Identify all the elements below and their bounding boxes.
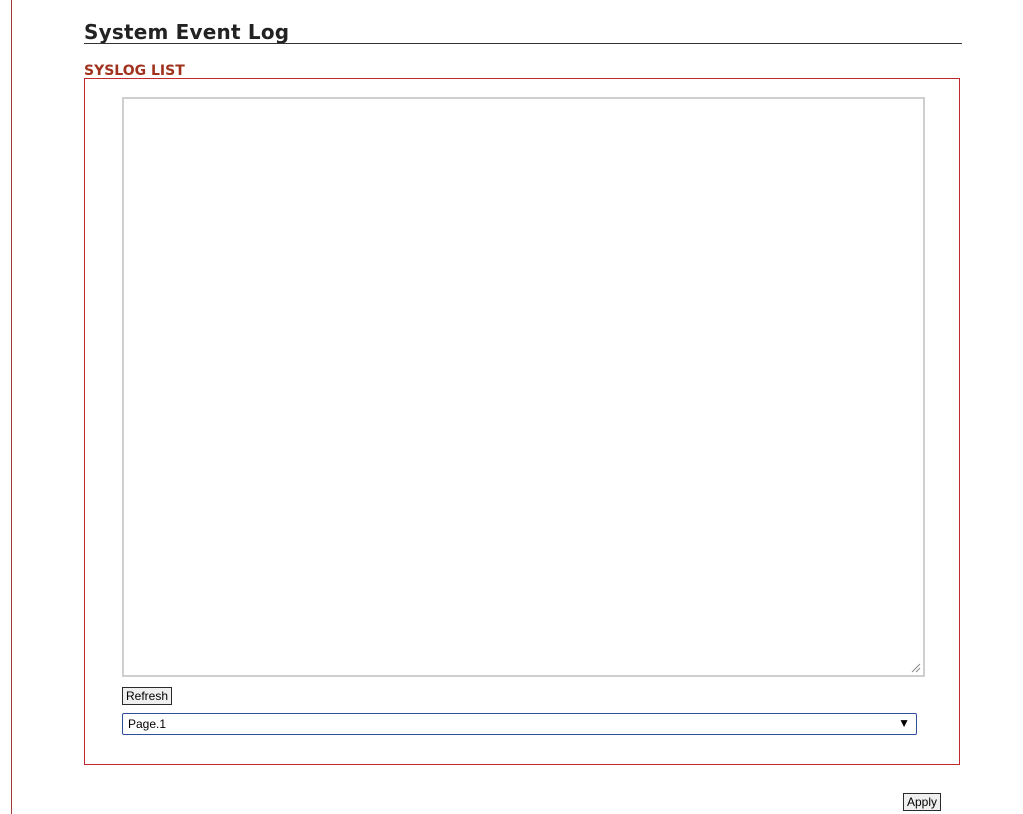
refresh-button[interactable]: Refresh: [122, 687, 173, 705]
resize-grip-icon[interactable]: [909, 661, 921, 673]
left-divider: [11, 0, 12, 814]
title-underline: [84, 43, 962, 44]
triangle-down-icon: ▼: [898, 716, 910, 730]
page-select-value: Page.1: [128, 717, 167, 731]
apply-button[interactable]: Apply: [903, 793, 942, 811]
page-select[interactable]: Page.1 ▼: [122, 713, 917, 735]
system-event-log-page: System Event Log SYSLOG LIST Refresh Pag…: [0, 0, 1023, 814]
syslog-list-label: SYSLOG LIST: [84, 63, 185, 79]
syslog-textarea[interactable]: [122, 97, 925, 677]
page-title: System Event Log: [84, 20, 290, 44]
